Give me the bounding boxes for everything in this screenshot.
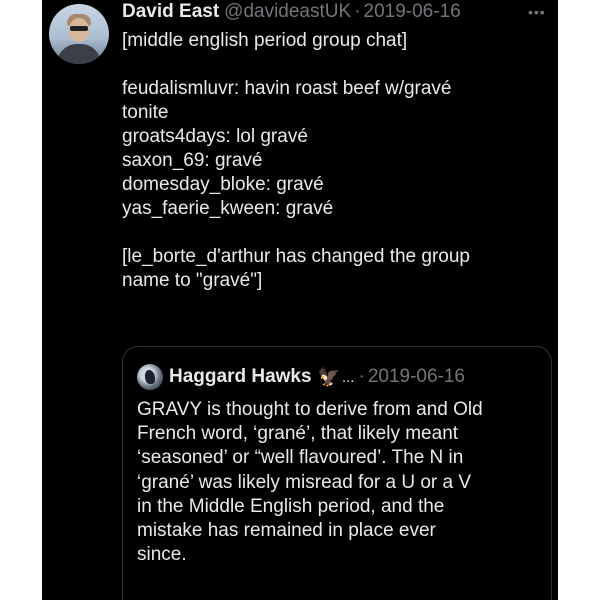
author-avatar[interactable] — [49, 4, 109, 64]
hawk-emoji-icon: 🦅 — [317, 366, 340, 387]
quoted-line: in the Middle English period, and the — [137, 495, 445, 517]
tweet-header: David East @davideastUK · 2019-06-16 — [122, 0, 461, 24]
avatar-sunglasses-shape — [70, 26, 88, 31]
tweet-line: name to "gravé"] — [122, 270, 263, 291]
quoted-tweet-text: GRAVY is thought to derive from and Old … — [137, 398, 537, 567]
author-handle[interactable]: @davideastUK — [224, 0, 351, 24]
avatar-body-shape — [57, 44, 101, 64]
quoted-line: French word, ‘grané’, that likely meant — [137, 423, 459, 445]
quoted-line: mistake has remained in place ever — [137, 519, 436, 541]
quoted-tweet[interactable]: Haggard Hawks 🦅 ... · 2019-06-16 GRAVY i… — [122, 346, 552, 600]
tweet-line: [le_borte_d'arthur has changed the group — [122, 246, 470, 267]
tweet-line: groats4days: lol gravé — [122, 126, 308, 147]
tweet-line: tonite — [122, 102, 169, 123]
header-separator: · — [354, 1, 361, 22]
tweet-line: saxon_69: gravé — [122, 150, 263, 171]
tweet-line: yas_faerie_kween: gravé — [122, 198, 334, 219]
quoted-line: ‘grané’ was likely misread for a U or a … — [137, 471, 472, 493]
quoted-header-separator: · — [358, 366, 365, 387]
quoted-line: since. — [137, 544, 187, 566]
quoted-line: ‘seasoned’ or “well flavoured’. The N in — [137, 447, 464, 469]
quoted-name-ellipsis: ... — [341, 368, 355, 386]
quoted-author-avatar[interactable] — [137, 364, 163, 390]
quoted-tweet-date[interactable]: 2019-06-16 — [368, 366, 465, 388]
tweet-text: [middle english period group chat] feuda… — [122, 29, 542, 293]
author-name[interactable]: David East — [122, 0, 219, 24]
quoted-author-name[interactable]: Haggard Hawks — [169, 366, 312, 388]
tweet-line: [middle english period group chat] — [122, 30, 408, 51]
tweet-card: David East @davideastUK · 2019-06-16 •••… — [42, 0, 558, 600]
tweet-line: domesday_bloke: gravé — [122, 174, 324, 195]
quoted-line: GRAVY is thought to derive from and Old — [137, 399, 483, 420]
tweet-line: feudalismluvr: havin roast beef w/gravé — [122, 78, 452, 99]
quoted-tweet-header: Haggard Hawks 🦅 ... · 2019-06-16 — [137, 364, 465, 390]
tweet-date[interactable]: 2019-06-16 — [364, 0, 461, 24]
more-options-icon[interactable]: ••• — [528, 4, 546, 20]
